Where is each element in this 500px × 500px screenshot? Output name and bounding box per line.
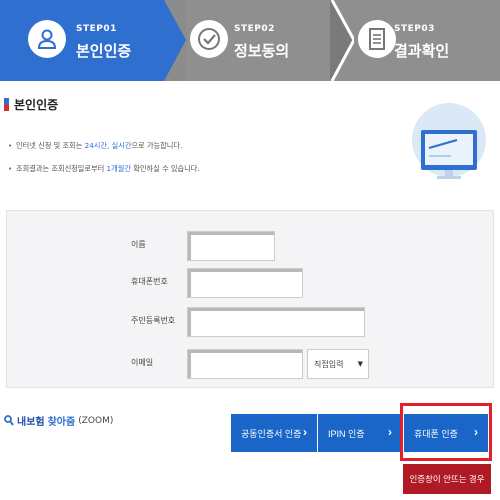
step-1: STEP01 본인인증 [0,0,186,81]
chevron-down-icon: ▼ [357,360,363,368]
popup-issue-button[interactable]: 인증창이 안뜨는 경우 [403,464,491,494]
identity-form: 이름 휴대폰번호 주민등록번호 이메일 직접입력 ▼ [6,210,494,388]
step-1-number: STEP01 [76,24,117,34]
cert-auth-button[interactable]: 공동인증서 인증 › [231,414,317,452]
step-1-label: 본인인증 [76,42,132,60]
title-marker [4,98,9,111]
search-icon [4,415,14,426]
check-icon [190,20,228,58]
step-2: STEP02 정보동의 [186,0,354,81]
step-3: STEP03 결과확인 [354,0,500,81]
steps-bar: STEP02 정보동의 STEP03 결과확인 STEP01 본인인증 [0,0,500,81]
email-input[interactable] [187,349,303,379]
highlight-box [400,403,492,461]
phone-row: 휴대폰번호 [7,268,493,298]
user-icon [28,20,66,58]
zoom-part1: 내보험 [17,417,45,428]
email-domain-value: 직접입력 [314,359,344,369]
rrn-input[interactable] [187,307,365,337]
notice-item: 인터넷 신청 및 조회는 24시간, 실시간으로 가능합니다. [8,134,200,157]
step-divider [330,0,354,81]
email-label: 이메일 [131,358,154,367]
document-icon [358,20,396,58]
monitor-illustration [411,100,487,194]
phone-input[interactable] [187,268,303,298]
name-row: 이름 [7,231,493,261]
rrn-label: 주민등록번호 [131,316,176,325]
chevron-right-icon: › [303,425,307,439]
name-input[interactable] [187,231,275,261]
step-3-label: 결과확인 [394,42,450,60]
ipin-auth-button[interactable]: IPIN 인증 › [318,414,402,452]
cert-auth-label: 공동인증서 인증 [241,428,302,439]
step-2-label: 정보동의 [234,42,290,60]
section-title: 본인인증 [4,96,58,113]
email-domain-select[interactable]: 직접입력 ▼ [307,349,369,379]
phone-label: 휴대폰번호 [131,277,168,286]
zoom-part2: 찾아줌 [47,417,76,428]
zoom-link[interactable]: 내보험 찾아줌 (ZOOM) [4,413,113,428]
rrn-row: 주민등록번호 [7,307,493,337]
step-2-number: STEP02 [234,24,275,34]
zoom-part3: (ZOOM) [78,415,114,426]
name-label: 이름 [131,240,146,249]
ipin-auth-label: IPIN 인증 [328,428,365,439]
step-3-number: STEP03 [394,24,435,34]
notice-list: 인터넷 신청 및 조회는 24시간, 실시간으로 가능합니다. 조회결과는 조회… [8,134,200,180]
section-title-text: 본인인증 [14,98,59,112]
notice-item: 조회결과는 조회신청일로부터 1개월간 확인하실 수 있습니다. [8,157,200,180]
email-row: 이메일 [7,349,493,379]
chevron-right-icon: › [388,425,392,439]
